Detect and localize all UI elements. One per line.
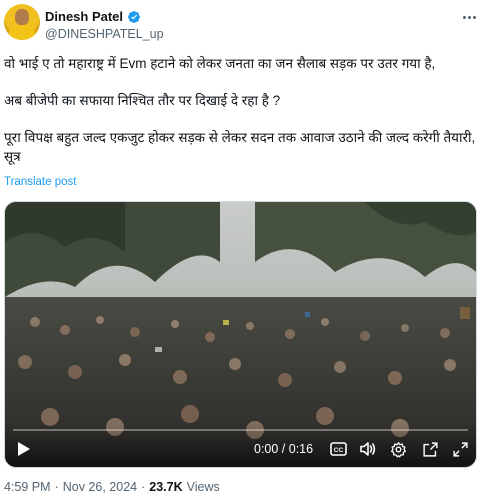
video-progress-bar[interactable] <box>13 429 468 431</box>
volume-button[interactable] <box>359 440 377 458</box>
play-button[interactable] <box>15 440 33 458</box>
tweet: Dinesh Patel @DINESHPATEL_up वो भाई ए तो… <box>0 0 486 501</box>
more-options-button[interactable] <box>458 9 480 25</box>
post-text-line-2: अब बीजेपी का सफाया निश्चित तौर पर दिखाई … <box>4 93 281 108</box>
views-label: Views <box>186 480 220 494</box>
settings-icon <box>390 441 406 457</box>
svg-text:CC: CC <box>333 447 343 454</box>
settings-button[interactable] <box>389 440 407 458</box>
fullscreen-button[interactable] <box>451 440 469 458</box>
post-text-line-3: पूरा विपक्ष बहुत जल्द एकजुट होकर सड़क से… <box>4 130 476 164</box>
video-player[interactable]: 0:00 / 0:16 CC <box>4 201 477 468</box>
author-handle[interactable]: @DINESHPATEL_up <box>45 27 164 41</box>
captions-button[interactable]: CC <box>329 440 347 458</box>
views-count[interactable]: 23.7K <box>149 480 182 494</box>
avatar[interactable] <box>4 4 40 40</box>
author-display-name[interactable]: Dinesh Patel <box>45 9 123 24</box>
post-time[interactable]: 4:59 PM <box>4 480 51 494</box>
meta-separator: · <box>141 480 146 494</box>
video-controls: 0:00 / 0:16 CC <box>5 423 476 467</box>
play-icon <box>18 442 30 456</box>
verified-badge-icon <box>128 10 141 23</box>
meta-separator: · <box>54 480 59 494</box>
post-text-line-1: वो भाई ए तो महाराष्ट्र में Evm हटाने को … <box>4 56 436 71</box>
volume-icon <box>360 442 376 456</box>
post-date[interactable]: Nov 26, 2024 <box>63 480 137 494</box>
fullscreen-icon <box>452 441 468 457</box>
post-text: वो भाई ए तो महाराष्ट्र में Evm हटाने को … <box>4 54 482 166</box>
popout-icon <box>422 441 438 457</box>
popout-button[interactable] <box>421 440 439 458</box>
translate-post-link[interactable]: Translate post <box>4 176 76 188</box>
captions-icon: CC <box>329 442 347 456</box>
video-time-label: 0:00 / 0:16 <box>254 442 314 456</box>
more-horizontal-icon <box>462 15 466 19</box>
author-name-row: Dinesh Patel <box>45 9 141 24</box>
post-meta: 4:59 PM · Nov 26, 2024 · 23.7K Views <box>4 480 220 494</box>
